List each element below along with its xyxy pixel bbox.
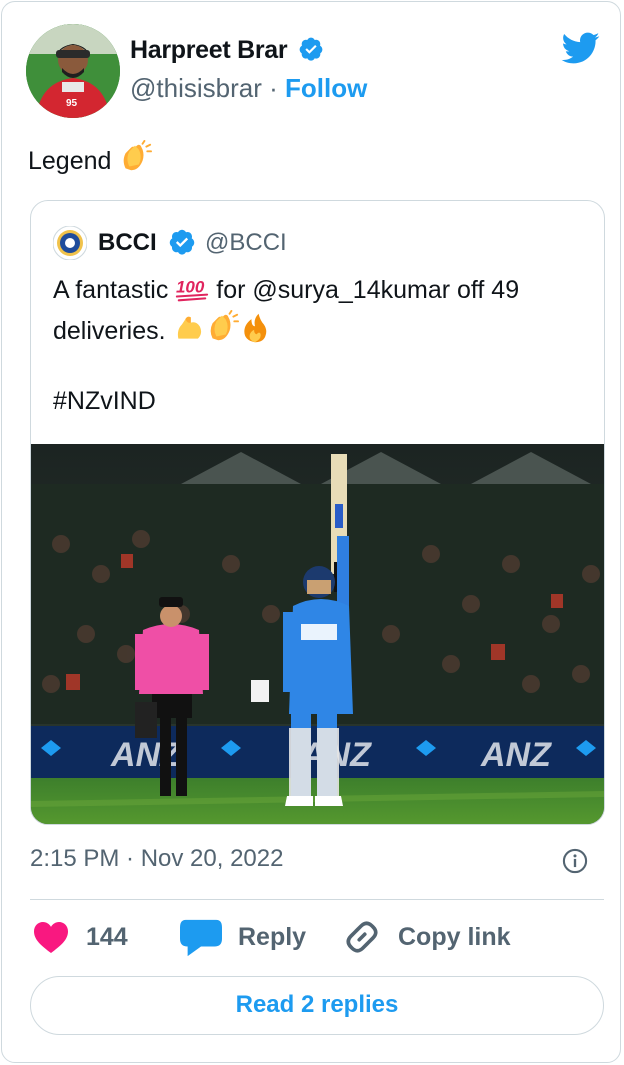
quoted-text-part1: A fantastic <box>53 276 169 304</box>
read-replies-button[interactable]: Read 2 replies <box>30 976 604 1035</box>
reply-bubble-icon <box>180 919 222 957</box>
quoted-author-handle: @BCCI <box>205 229 287 256</box>
author-name-row[interactable]: Harpreet Brar <box>130 36 324 65</box>
separator: · <box>269 73 278 103</box>
quoted-text-part2: for @surya_14kumar off 49 <box>216 276 520 304</box>
reply-label: Reply <box>238 922 307 951</box>
tweet-text: Legend <box>28 140 153 176</box>
flexed-biceps-icon <box>177 316 201 339</box>
like-count: 144 <box>86 922 128 951</box>
svg-text:95: 95 <box>66 98 78 109</box>
quoted-author-name: BCCI <box>98 229 157 256</box>
author-name[interactable]: Harpreet Brar <box>130 36 288 64</box>
author-handle[interactable]: @thisisbrar <box>130 73 262 103</box>
bcci-logo-icon <box>53 226 87 260</box>
clapping-hands-icon <box>124 140 153 171</box>
action-bar: 144 Reply Copy link <box>30 914 604 960</box>
twitter-bird-icon[interactable] <box>558 28 602 68</box>
tweet-timestamp[interactable]: 2:15 PM · Nov 20, 2022 <box>30 845 283 873</box>
verified-badge-icon <box>169 229 195 255</box>
copy-link-label: Copy link <box>398 922 511 951</box>
tweet-header: 95 Harpreet Brar @thisisbrar · Follow <box>26 24 606 120</box>
verified-badge-icon <box>299 37 323 61</box>
hundred-points-icon: 100 <box>176 278 209 302</box>
svg-text:ANZ: ANZ <box>110 736 182 774</box>
svg-text:100: 100 <box>176 278 205 297</box>
tweet-card: 95 Harpreet Brar @thisisbrar · Follow Le… <box>1 1 621 1063</box>
hashtag-link[interactable]: #NZvIND <box>53 387 156 416</box>
info-icon[interactable] <box>561 847 589 875</box>
svg-text:ANZ: ANZ <box>480 736 552 774</box>
clapping-hands-icon <box>210 310 239 341</box>
avatar[interactable]: 95 <box>26 24 120 118</box>
like-button[interactable]: 144 <box>30 914 128 960</box>
quoted-text-line2: deliveries. <box>53 317 166 345</box>
link-icon <box>346 921 378 953</box>
quoted-media-photo[interactable]: ANZ ANZ ANZ <box>31 444 605 825</box>
quoted-tweet[interactable]: BCCI @BCCI A fantastic 100 for @surya_14… <box>30 200 605 825</box>
tweet-body: Legend <box>28 147 112 175</box>
copy-link-button[interactable]: Copy link <box>340 914 511 960</box>
author-handle-row: @thisisbrar · Follow <box>130 73 367 104</box>
quoted-text: A fantastic 100 for @surya_14kumar off 4… <box>53 271 588 351</box>
avatar-image: 95 <box>26 24 120 118</box>
divider <box>30 899 604 900</box>
follow-button[interactable]: Follow <box>285 73 367 103</box>
reply-button[interactable]: Reply <box>178 914 306 960</box>
heart-icon <box>34 922 68 953</box>
fire-icon <box>243 313 266 343</box>
